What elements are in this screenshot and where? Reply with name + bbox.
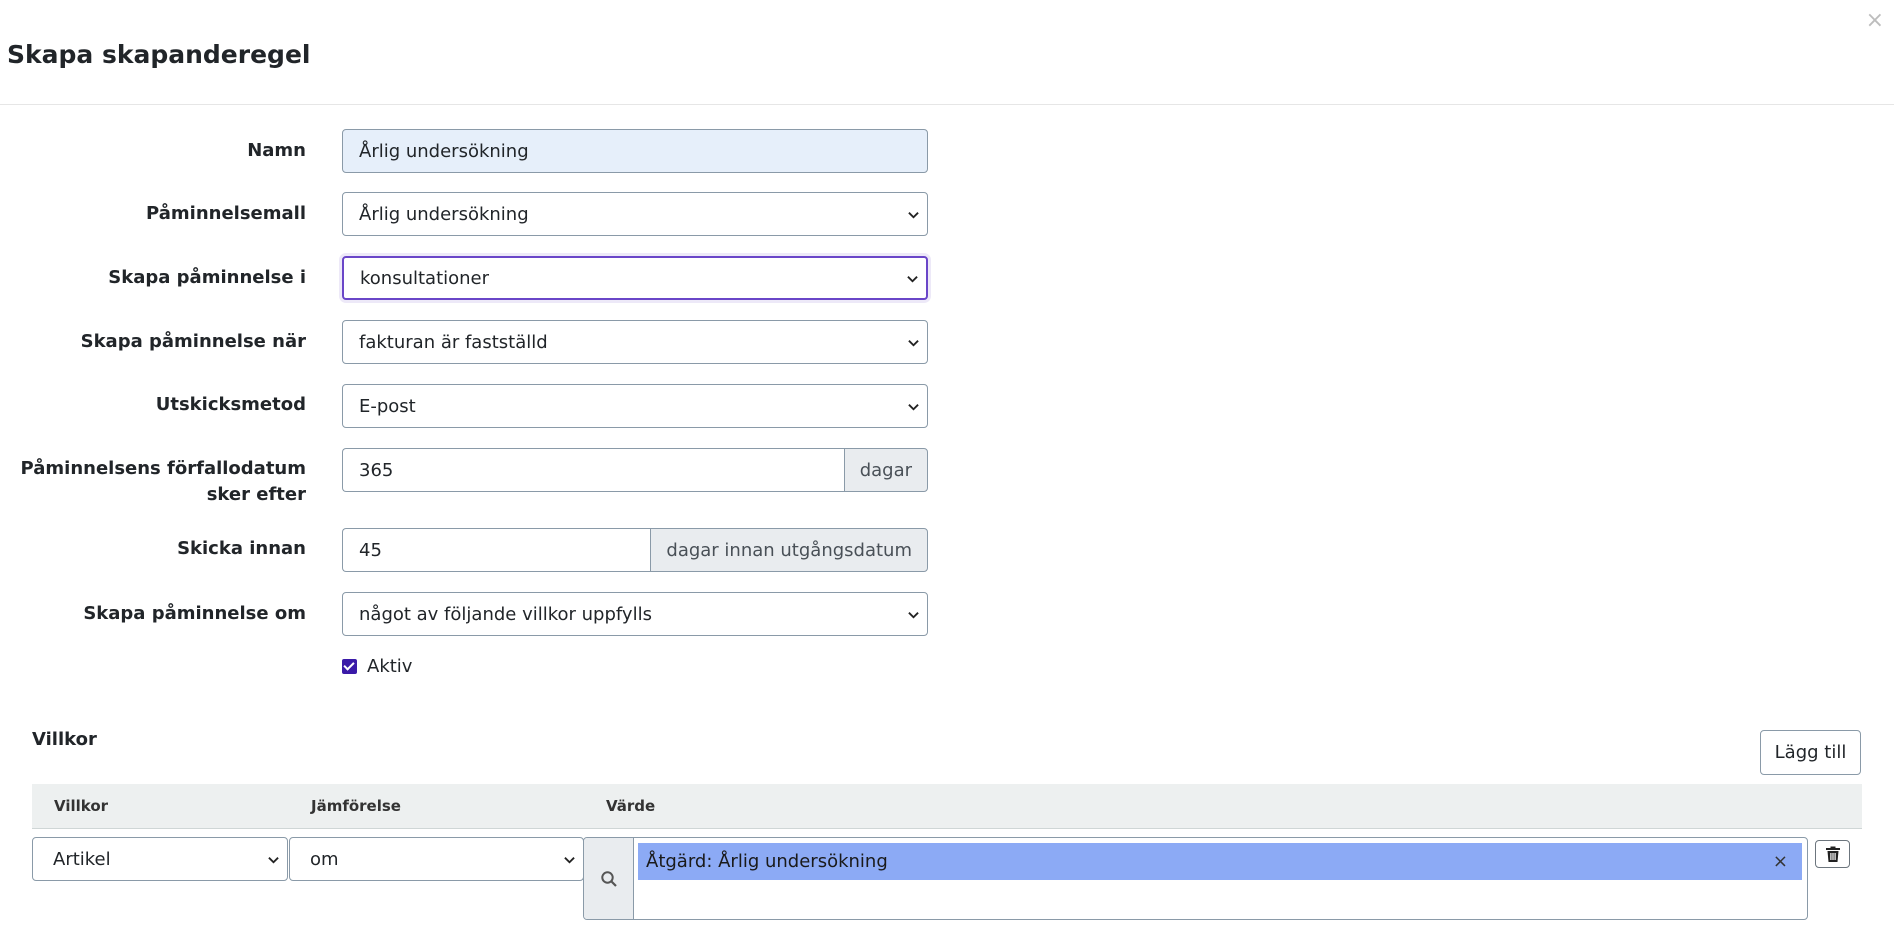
due-after-label-line1: Påminnelsens förfallodatum [20, 458, 306, 479]
create-when-label: Skapa påminnelse när [80, 331, 306, 352]
conditions-table-header: Villkor Jämförelse Värde [32, 784, 1862, 829]
due-after-input[interactable]: 365 [342, 448, 844, 492]
value-tag: Åtgärd: Årlig undersökning × [638, 843, 1802, 880]
delete-condition-button[interactable] [1815, 840, 1850, 868]
create-in-select[interactable]: konsultationer [342, 256, 928, 300]
value-tag-label: Åtgärd: Årlig undersökning [646, 851, 888, 872]
chevron-down-icon [908, 611, 919, 619]
active-checkbox[interactable] [342, 659, 357, 674]
create-when-select[interactable]: fakturan är fastställd [342, 320, 928, 364]
header-value: Värde [606, 797, 656, 815]
add-condition-button[interactable]: Lägg till [1760, 730, 1861, 775]
chevron-down-icon [908, 403, 919, 411]
template-select-value: Årlig undersökning [359, 203, 529, 225]
send-before-addon: dagar innan utgångsdatum [650, 528, 928, 572]
close-icon[interactable]: × [1866, 8, 1884, 34]
comparison-select-value: om [310, 848, 339, 870]
search-icon[interactable] [584, 838, 634, 919]
send-before-label: Skicka innan [177, 538, 306, 559]
send-before-input[interactable]: 45 [342, 528, 651, 572]
trash-icon [1825, 846, 1840, 862]
due-after-addon: dagar [843, 448, 928, 492]
condition-select[interactable]: Artikel [32, 837, 288, 881]
chevron-down-icon [908, 211, 919, 219]
comparison-select[interactable]: om [289, 837, 584, 881]
method-select[interactable]: E-post [342, 384, 928, 428]
create-if-label: Skapa påminnelse om [83, 603, 306, 624]
active-checkbox-row: Aktiv [342, 656, 412, 677]
condition-select-value: Artikel [53, 848, 111, 870]
value-multiselect[interactable]: Åtgärd: Årlig undersökning × [583, 837, 1808, 920]
template-label: Påminnelsemall [146, 203, 306, 224]
create-if-select[interactable]: något av följande villkor uppfylls [342, 592, 928, 636]
chevron-down-icon [908, 339, 919, 347]
create-in-select-value: konsultationer [360, 267, 490, 289]
create-if-select-value: något av följande villkor uppfylls [359, 603, 652, 625]
due-after-input-group: 365 dagar [342, 448, 928, 492]
tag-remove-icon[interactable]: × [1773, 851, 1794, 872]
chevron-down-icon [268, 856, 279, 864]
method-label: Utskicksmetod [155, 394, 306, 415]
create-in-label: Skapa påminnelse i [108, 267, 306, 288]
method-select-value: E-post [359, 395, 416, 417]
chevron-down-icon [907, 275, 918, 283]
active-label: Aktiv [367, 656, 413, 677]
modal-header: Skapa skapanderegel × [0, 0, 1894, 105]
due-after-label-line2: sker efter [206, 484, 306, 505]
send-before-input-group: 45 dagar innan utgångsdatum [342, 528, 928, 572]
create-when-select-value: fakturan är fastställd [359, 331, 548, 353]
name-label: Namn [247, 140, 306, 161]
modal-title: Skapa skapanderegel [7, 40, 311, 69]
chevron-down-icon [564, 856, 575, 864]
header-condition: Villkor [54, 797, 109, 815]
conditions-title: Villkor [32, 729, 97, 750]
template-select[interactable]: Årlig undersökning [342, 192, 928, 236]
name-input[interactable]: Årlig undersökning [342, 129, 928, 173]
header-comparison: Jämförelse [311, 797, 401, 815]
